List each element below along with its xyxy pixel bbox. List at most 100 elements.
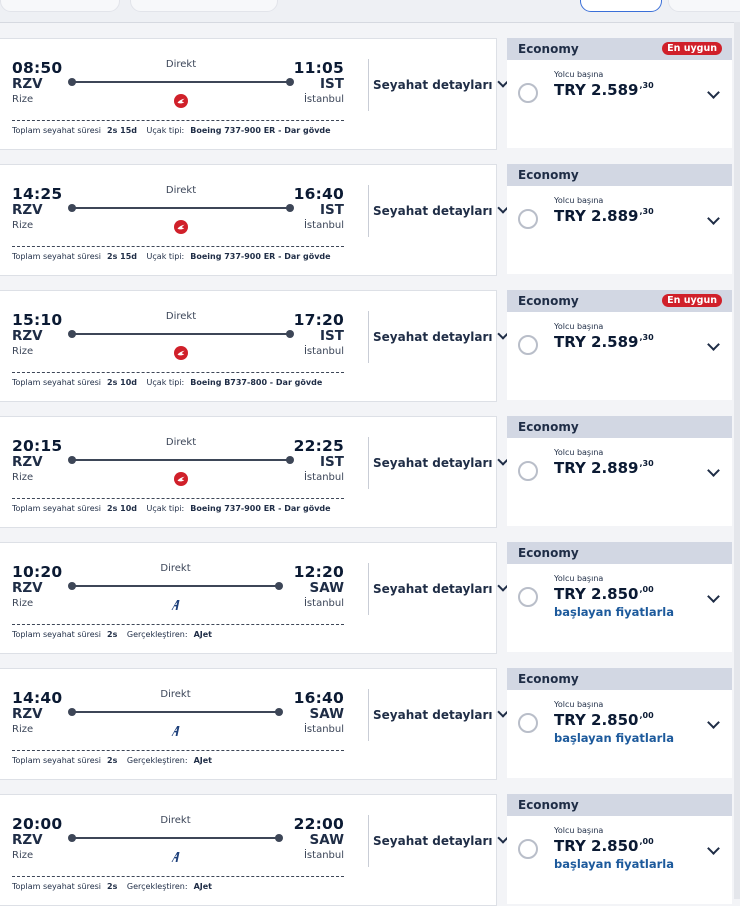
route-start-dot xyxy=(68,330,76,338)
per-passenger-label: Yolcu başına xyxy=(554,574,604,583)
travel-details-button[interactable]: Seyahat detayları xyxy=(373,706,509,722)
turkish-airlines-logo-icon xyxy=(174,346,188,360)
fare-radio-button[interactable] xyxy=(518,335,538,355)
fare-option[interactable]: Economy Yolcu başına TRY 2.889,30 xyxy=(507,164,732,274)
ajet-logo-icon xyxy=(169,849,183,863)
fare-option[interactable]: Economy Yolcu başına TRY 2.850,00 başlay… xyxy=(507,668,732,778)
per-passenger-label: Yolcu başına xyxy=(554,196,604,205)
travel-details-button[interactable]: Seyahat detayları xyxy=(373,328,509,344)
fare-option[interactable]: Economy En uygun Yolcu başına TRY 2.589,… xyxy=(507,290,732,400)
fare-option[interactable]: Economy Yolcu başına TRY 2.850,00 başlay… xyxy=(507,542,732,652)
flight-card[interactable]: 14:40 RZV Rize Direkt 16:40 SAW İstanbul… xyxy=(0,668,509,780)
travel-details-button[interactable]: Seyahat detayları xyxy=(373,454,509,470)
travel-details-button[interactable]: Seyahat detayları xyxy=(373,202,509,218)
dashed-divider xyxy=(12,120,344,121)
chevron-down-icon[interactable] xyxy=(707,86,720,99)
cabin-class: Economy xyxy=(518,294,579,308)
starting-price-label: başlayan fiyatlarla xyxy=(554,731,674,745)
flight-info: Toplam seyahat süresi 2s 15d Uçak tipi: Bo… xyxy=(12,126,331,135)
travel-details-label: Seyahat detayları xyxy=(373,834,493,848)
travel-details-button[interactable]: Seyahat detayları xyxy=(373,580,509,596)
duration-value: 2s xyxy=(107,630,118,639)
filter-pill[interactable] xyxy=(0,0,120,12)
info-label: Gerçekleştiren: xyxy=(126,882,188,891)
flight-card[interactable]: 08:50 RZV Rize Direkt 11:05 IST İstanbul… xyxy=(0,38,509,150)
dashed-divider xyxy=(12,624,344,625)
arrival-airport-code: IST xyxy=(320,328,344,344)
fare-option[interactable]: Economy Yolcu başına TRY 2.850,00 başlay… xyxy=(507,794,732,904)
fare-option[interactable]: Economy En uygun Yolcu başına TRY 2.589,… xyxy=(507,38,732,148)
chevron-down-icon[interactable] xyxy=(707,464,720,477)
arrival-airport-code: SAW xyxy=(309,706,344,722)
cabin-class: Economy xyxy=(518,42,579,56)
travel-details-button[interactable]: Seyahat detayları xyxy=(373,76,509,92)
fare-radio-button[interactable] xyxy=(518,461,538,481)
travel-details-label: Seyahat detayları xyxy=(373,456,493,470)
fare-radio-button[interactable] xyxy=(518,587,538,607)
fare-header: Economy xyxy=(507,668,732,690)
chevron-down-icon[interactable] xyxy=(707,842,720,855)
fare-option[interactable]: Economy Yolcu başına TRY 2.889,30 xyxy=(507,416,732,526)
departure-city: Rize xyxy=(12,598,34,609)
flight-card[interactable]: 20:15 RZV Rize Direkt 22:25 IST İstanbul… xyxy=(0,416,509,528)
stops-label: Direkt xyxy=(165,437,197,448)
arrival-city: İstanbul xyxy=(303,346,344,357)
travel-details-button[interactable]: Seyahat detayları xyxy=(373,832,509,848)
starting-price-label: başlayan fiyatlarla xyxy=(554,605,674,619)
fare-radio-button[interactable] xyxy=(518,209,538,229)
vertical-divider xyxy=(368,311,369,363)
info-value: AJet xyxy=(193,882,212,891)
chevron-down-icon[interactable] xyxy=(707,590,720,603)
price-cents: ,30 xyxy=(639,333,654,342)
departure-airport-code: RZV xyxy=(12,76,43,92)
route-line xyxy=(68,708,283,716)
flight-info: Toplam seyahat süresi 2s 10d Uçak tipi: Bo… xyxy=(12,504,331,513)
flight-card[interactable]: 14:25 RZV Rize Direkt 16:40 IST İstanbul… xyxy=(0,164,509,276)
fare-radio-button[interactable] xyxy=(518,83,538,103)
price-cents: ,30 xyxy=(639,459,654,468)
top-filter-bar xyxy=(0,0,740,23)
price-main: TRY 2.850 xyxy=(554,585,639,603)
chevron-down-icon[interactable] xyxy=(707,716,720,729)
scrollbar-track[interactable] xyxy=(734,22,740,899)
price-main: TRY 2.589 xyxy=(554,333,639,351)
arrival-city: İstanbul xyxy=(303,724,344,735)
turkish-airlines-logo-icon xyxy=(174,94,188,108)
info-value: Boeing B737-800 - Dar gövde xyxy=(190,378,323,387)
route-line xyxy=(68,330,294,338)
arrival-time: 11:05 xyxy=(293,59,344,77)
vertical-divider xyxy=(368,815,369,867)
dashed-divider xyxy=(12,750,344,751)
per-passenger-label: Yolcu başına xyxy=(554,448,604,457)
dashed-divider xyxy=(12,246,344,247)
filter-pill[interactable] xyxy=(668,0,740,12)
departure-city: Rize xyxy=(12,220,34,231)
cabin-class: Economy xyxy=(518,546,579,560)
chevron-down-icon[interactable] xyxy=(707,212,720,225)
ajet-logo-icon xyxy=(169,597,183,611)
fare-header: Economy xyxy=(507,416,732,438)
info-value: AJet xyxy=(193,756,212,765)
ajet-logo-icon xyxy=(171,600,179,610)
arrival-city: İstanbul xyxy=(303,220,344,231)
departure-airport-code: RZV xyxy=(12,328,43,344)
duration-label: Toplam seyahat süresi xyxy=(12,504,102,513)
filter-pill[interactable] xyxy=(130,0,278,12)
turkish-airlines-logo-icon xyxy=(174,93,188,108)
flight-card[interactable]: 20:00 RZV Rize Direkt 22:00 SAW İstanbul… xyxy=(0,794,509,906)
fare-header: Economy xyxy=(507,164,732,186)
flight-card[interactable]: 10:20 RZV Rize Direkt 12:20 SAW İstanbul… xyxy=(0,542,509,654)
departure-time: 08:50 xyxy=(12,59,63,77)
travel-details-label: Seyahat detayları xyxy=(373,204,493,218)
vertical-divider xyxy=(368,437,369,489)
duration-label: Toplam seyahat süresi xyxy=(12,252,102,261)
turkish-airlines-logo-icon xyxy=(174,471,188,486)
departure-time: 14:25 xyxy=(12,185,63,203)
fare-radio-button[interactable] xyxy=(518,713,538,733)
fare-radio-button[interactable] xyxy=(518,839,538,859)
flight-info: Toplam seyahat süresi 2s Gerçekleştiren: A… xyxy=(12,882,212,891)
flight-card[interactable]: 15:10 RZV Rize Direkt 17:20 IST İstanbul… xyxy=(0,290,509,402)
travel-details-label: Seyahat detayları xyxy=(373,582,493,596)
chevron-down-icon[interactable] xyxy=(707,338,720,351)
filter-pill-active[interactable] xyxy=(580,0,662,12)
